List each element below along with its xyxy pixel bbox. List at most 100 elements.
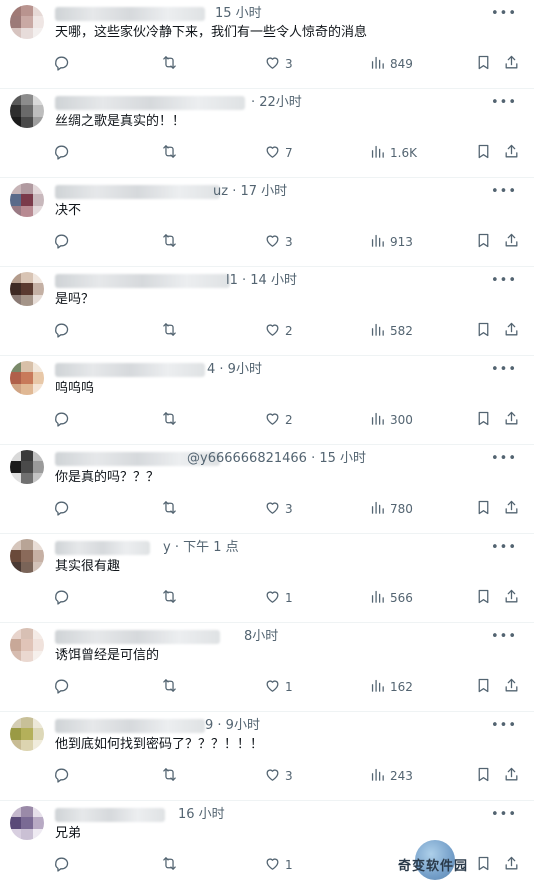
reply-item[interactable]: · 22小时 ••• 丝绸之歌是真实的！！ 7 1.6K — [0, 89, 534, 178]
views-button[interactable]: 582 — [369, 316, 413, 346]
reply-item[interactable]: 15 小时 ••• 天哪，这些家伙冷静下来，我们有一些令人惊奇的消息 3 849 — [0, 0, 534, 89]
more-icon[interactable]: ••• — [491, 807, 517, 823]
bookmark-icon — [475, 143, 492, 163]
reply-item[interactable]: @y666666821466 · 15 小时 ••• 你是真的吗？？？ 3 78… — [0, 445, 534, 534]
blurred-username[interactable] — [55, 630, 220, 644]
share-button[interactable] — [503, 49, 520, 79]
blurred-username[interactable] — [55, 185, 220, 199]
retweet-button[interactable] — [161, 405, 178, 435]
like-button[interactable]: 1 — [264, 850, 293, 880]
bookmark-button[interactable] — [475, 494, 492, 524]
reply-button[interactable] — [53, 583, 70, 613]
avatar[interactable] — [10, 717, 44, 751]
more-icon[interactable]: ••• — [491, 95, 517, 111]
avatar[interactable] — [10, 5, 44, 39]
views-button[interactable]: 566 — [369, 583, 413, 613]
retweet-button[interactable] — [161, 850, 178, 880]
reply-item[interactable]: 4 · 9小时 ••• 呜呜呜 2 300 — [0, 356, 534, 445]
share-button[interactable] — [503, 138, 520, 168]
views-button[interactable]: 300 — [369, 405, 413, 435]
reply-button[interactable] — [53, 761, 70, 791]
views-button[interactable]: 780 — [369, 494, 413, 524]
bookmark-button[interactable] — [475, 761, 492, 791]
share-button[interactable] — [503, 494, 520, 524]
avatar[interactable] — [10, 361, 44, 395]
bookmark-button[interactable] — [475, 49, 492, 79]
like-button[interactable]: 3 — [264, 494, 293, 524]
reply-item[interactable]: uz · 17 小时 ••• 决不 3 913 — [0, 178, 534, 267]
more-icon[interactable]: ••• — [491, 273, 517, 289]
like-button[interactable]: 3 — [264, 761, 293, 791]
like-button[interactable]: 3 — [264, 227, 293, 257]
retweet-button[interactable] — [161, 316, 178, 346]
views-button[interactable]: 913 — [369, 227, 413, 257]
retweet-icon — [161, 588, 178, 608]
more-icon[interactable]: ••• — [491, 629, 517, 645]
blurred-username[interactable] — [55, 96, 245, 110]
share-button[interactable] — [503, 761, 520, 791]
like-button[interactable]: 2 — [264, 316, 293, 346]
reply-item[interactable]: y · 下午 1 点 ••• 其实很有趣 1 566 — [0, 534, 534, 623]
action-bar: 3 780 — [0, 494, 534, 524]
retweet-button[interactable] — [161, 227, 178, 257]
reply-button[interactable] — [53, 227, 70, 257]
avatar[interactable] — [10, 539, 44, 573]
bookmark-button[interactable] — [475, 316, 492, 346]
reply-item[interactable]: 9 · 9小时 ••• 他到底如何找到密码了？？？！！！ 3 243 — [0, 712, 534, 801]
avatar[interactable] — [10, 450, 44, 484]
views-button[interactable]: 162 — [369, 672, 413, 702]
share-button[interactable] — [503, 227, 520, 257]
retweet-button[interactable] — [161, 583, 178, 613]
reply-button[interactable] — [53, 850, 70, 880]
blurred-username[interactable] — [55, 719, 205, 733]
more-icon[interactable]: ••• — [491, 451, 517, 467]
bookmark-button[interactable] — [475, 672, 492, 702]
reply-button[interactable] — [53, 672, 70, 702]
retweet-button[interactable] — [161, 138, 178, 168]
reply-item[interactable]: 8小时 ••• 诱饵曾经是可信的 1 162 — [0, 623, 534, 712]
avatar[interactable] — [10, 183, 44, 217]
reply-item[interactable]: l1 · 14 小时 ••• 是吗？ 2 582 — [0, 267, 534, 356]
like-button[interactable]: 2 — [264, 405, 293, 435]
more-icon[interactable]: ••• — [491, 540, 517, 556]
blurred-username[interactable] — [55, 7, 205, 21]
views-button[interactable]: 243 — [369, 761, 413, 791]
share-button[interactable] — [503, 316, 520, 346]
bookmark-button[interactable] — [475, 138, 492, 168]
retweet-button[interactable] — [161, 494, 178, 524]
views-button[interactable]: 849 — [369, 49, 413, 79]
avatar[interactable] — [10, 272, 44, 306]
retweet-button[interactable] — [161, 672, 178, 702]
avatar[interactable] — [10, 806, 44, 840]
retweet-button[interactable] — [161, 761, 178, 791]
reply-button[interactable] — [53, 49, 70, 79]
share-button[interactable] — [503, 583, 520, 613]
blurred-username[interactable] — [55, 808, 165, 822]
like-button[interactable]: 1 — [264, 583, 293, 613]
bookmark-button[interactable] — [475, 405, 492, 435]
reply-button[interactable] — [53, 138, 70, 168]
like-button[interactable]: 3 — [264, 49, 293, 79]
avatar[interactable] — [10, 628, 44, 662]
avatar[interactable] — [10, 94, 44, 128]
more-icon[interactable]: ••• — [491, 184, 517, 200]
bookmark-button[interactable] — [475, 227, 492, 257]
blurred-username[interactable] — [55, 541, 150, 555]
avatar-pixel — [21, 205, 33, 217]
more-icon[interactable]: ••• — [491, 362, 517, 378]
share-button[interactable] — [503, 672, 520, 702]
share-button[interactable] — [503, 405, 520, 435]
reply-button[interactable] — [53, 316, 70, 346]
like-button[interactable]: 1 — [264, 672, 293, 702]
views-button[interactable]: 1.6K — [369, 138, 417, 168]
reply-button[interactable] — [53, 405, 70, 435]
bookmark-button[interactable] — [475, 583, 492, 613]
like-button[interactable]: 7 — [264, 138, 293, 168]
more-icon[interactable]: ••• — [491, 718, 517, 734]
views-count: 1.6K — [390, 146, 417, 160]
reply-button[interactable] — [53, 494, 70, 524]
blurred-username[interactable] — [55, 274, 230, 288]
more-icon[interactable]: ••• — [491, 6, 517, 22]
blurred-username[interactable] — [55, 363, 205, 377]
retweet-button[interactable] — [161, 49, 178, 79]
